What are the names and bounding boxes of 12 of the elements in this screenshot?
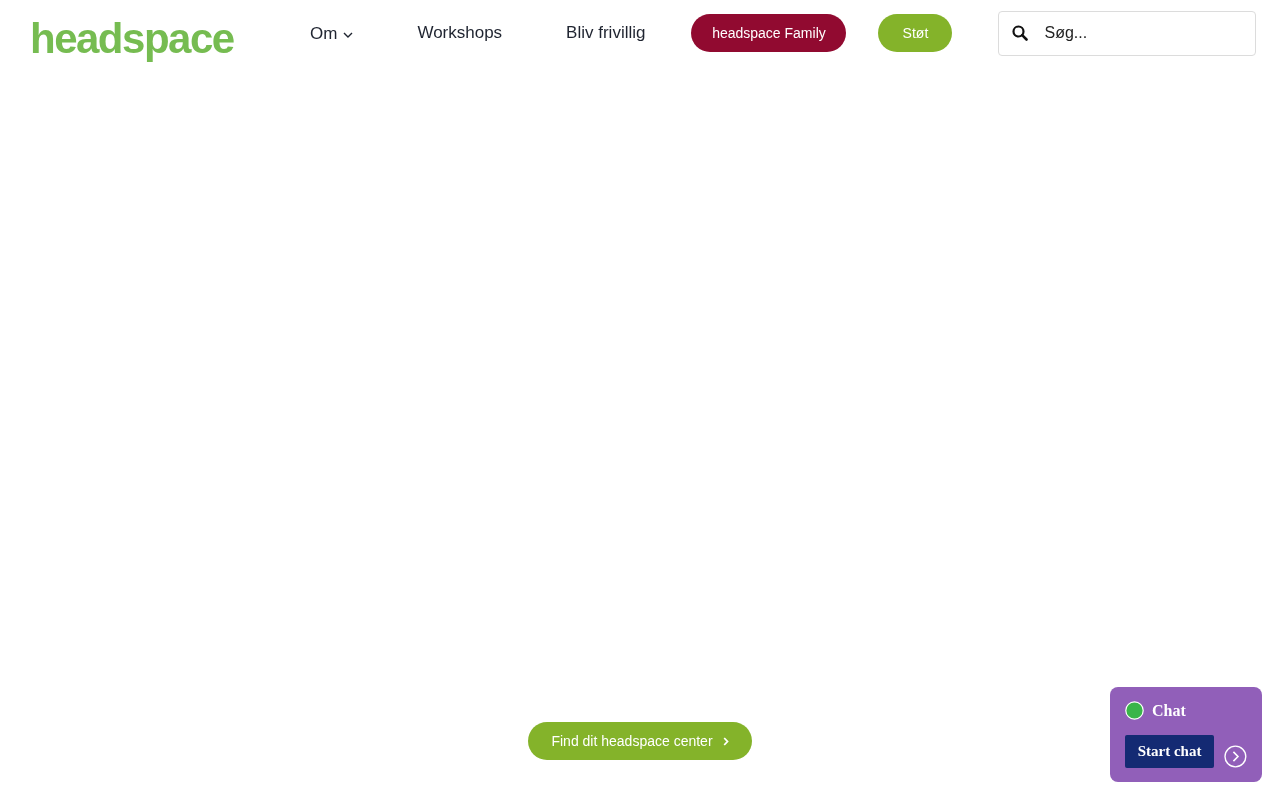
nav-dropdown[interactable]: Om	[310, 24, 354, 42]
nav-link[interactable]: Bliv frivillig	[566, 23, 646, 42]
start-chat-button[interactable]: Start chat	[1125, 734, 1215, 768]
pill-button[interactable]: headspace Family	[691, 14, 847, 52]
search-icon	[1012, 24, 1029, 41]
search-field[interactable]: Søg...	[998, 10, 1257, 56]
chevron-right-icon	[722, 736, 729, 746]
status-dot-icon	[1125, 701, 1144, 720]
nav-link[interactable]: Workshops	[417, 23, 503, 42]
chevron-down-icon	[343, 31, 354, 38]
chevron-right-circle-icon[interactable]	[1224, 745, 1247, 768]
chat-title: Chat	[1152, 702, 1186, 719]
